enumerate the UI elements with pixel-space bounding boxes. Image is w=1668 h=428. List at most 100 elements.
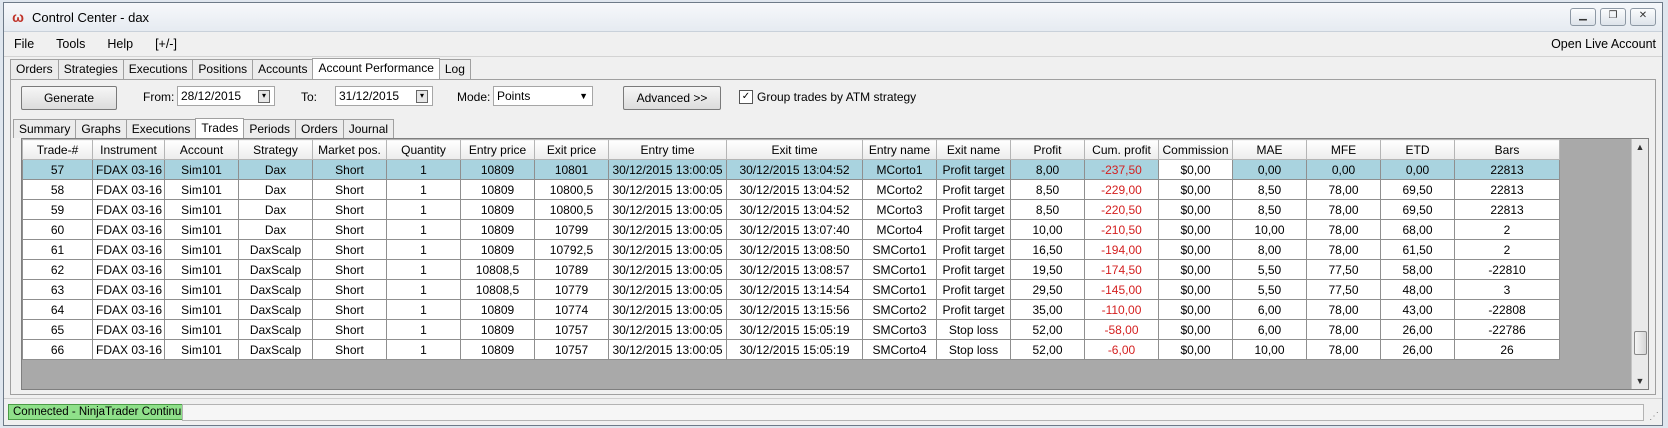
table-cell: 8,00: [1232, 239, 1307, 260]
subtab-graphs[interactable]: Graphs: [75, 119, 127, 138]
mode-label: Mode:: [457, 90, 491, 104]
column-header[interactable]: Trade-#: [22, 139, 93, 160]
group-trades-checkbox[interactable]: ✓: [739, 90, 753, 104]
column-header[interactable]: Strategy: [238, 139, 313, 160]
table-cell: 10809: [460, 199, 535, 220]
column-header[interactable]: Bars: [1454, 139, 1560, 160]
subtab-executions[interactable]: Executions: [125, 119, 197, 138]
tab-executions[interactable]: Executions: [122, 59, 194, 79]
menu-tools[interactable]: Tools: [56, 37, 85, 51]
table-cell: 78,00: [1306, 239, 1381, 260]
column-header[interactable]: Entry price: [460, 139, 535, 160]
table-cell: 8,00: [1010, 159, 1085, 180]
column-header[interactable]: Commission: [1158, 139, 1233, 160]
tab-account-performance[interactable]: Account Performance: [312, 58, 440, 80]
table-cell: 10,00: [1232, 339, 1307, 360]
table-row[interactable]: 57 FDAX 03-16 Sim101 Dax Short 1 10809 10801 30/…: [22, 159, 1560, 180]
column-header[interactable]: ETD: [1380, 139, 1455, 160]
connection-status: Connected - NinjaTrader Continuum: [8, 404, 203, 420]
scroll-up-icon[interactable]: ▲: [1632, 139, 1648, 155]
tab-log[interactable]: Log: [438, 59, 471, 79]
tab-orders[interactable]: Orders: [10, 59, 59, 79]
column-header[interactable]: Quantity: [386, 139, 461, 160]
table-cell: 30/12/2015 13:15:56: [726, 299, 863, 320]
column-header[interactable]: Exit time: [726, 139, 863, 160]
table-cell: 1: [386, 199, 461, 220]
table-cell: 52,00: [1010, 319, 1085, 340]
table-cell: Profit target: [936, 259, 1011, 280]
table-cell: 1: [386, 339, 461, 360]
subtab-journal[interactable]: Journal: [342, 119, 395, 138]
vertical-scrollbar[interactable]: ▲ ▼: [1631, 139, 1648, 389]
table-cell: -237,50: [1084, 159, 1159, 180]
column-header[interactable]: MFE: [1306, 139, 1381, 160]
subtab-trades[interactable]: Trades: [195, 118, 245, 139]
table-cell: 6,00: [1232, 319, 1307, 340]
table-cell: -145,00: [1084, 279, 1159, 300]
table-cell: -220,50: [1084, 199, 1159, 220]
menu-help[interactable]: Help: [107, 37, 133, 51]
table-cell: -110,00: [1084, 299, 1159, 320]
resize-grip-icon[interactable]: ⋰: [1649, 411, 1659, 422]
menu-expand-toggle[interactable]: [+/-]: [155, 37, 177, 51]
open-live-account-link[interactable]: Open Live Account: [1551, 37, 1656, 51]
subtab-summary[interactable]: Summary: [13, 119, 77, 138]
to-date-picker[interactable]: 31/12/2015 ▾: [335, 86, 433, 106]
ninjatrader-logo-icon: ω: [12, 9, 24, 25]
column-header[interactable]: Instrument: [92, 139, 165, 160]
window-controls: ▁ ❐ ✕: [1570, 8, 1656, 26]
calendar-icon[interactable]: ▾: [258, 90, 270, 103]
table-row[interactable]: 62 FDAX 03-16 Sim101 DaxScalp Short 1 10808,5 1…: [22, 259, 1560, 280]
generate-button[interactable]: Generate: [21, 86, 117, 110]
mode-select[interactable]: Points ▼: [493, 86, 593, 106]
table-cell: 10757: [534, 319, 609, 340]
table-row[interactable]: 59 FDAX 03-16 Sim101 Dax Short 1 10809 10800,5 3…: [22, 199, 1560, 220]
tab-positions[interactable]: Positions: [192, 59, 254, 79]
table-cell: Sim101: [164, 259, 239, 280]
table-cell: $0,00: [1158, 179, 1233, 200]
minimize-icon[interactable]: ▁: [1570, 8, 1596, 26]
table-cell: Short: [312, 239, 387, 260]
table-cell: 16,50: [1010, 239, 1085, 260]
table-cell: -174,50: [1084, 259, 1159, 280]
column-header[interactable]: Exit price: [534, 139, 609, 160]
column-header[interactable]: Exit name: [936, 139, 1011, 160]
table-cell: Sim101: [164, 279, 239, 300]
from-date-picker[interactable]: 28/12/2015 ▾: [177, 86, 275, 106]
table-row[interactable]: 58 FDAX 03-16 Sim101 Dax Short 1 10809 10800,5 3…: [22, 179, 1560, 200]
table-cell: Stop loss: [936, 319, 1011, 340]
table-cell: 30/12/2015 13:00:05: [608, 279, 727, 300]
column-header[interactable]: MAE: [1232, 139, 1307, 160]
subtab-orders[interactable]: Orders: [295, 119, 344, 138]
table-cell: 1: [386, 219, 461, 240]
column-header[interactable]: Cum. profit: [1084, 139, 1159, 160]
table-row[interactable]: 63 FDAX 03-16 Sim101 DaxScalp Short 1 10808,5 1…: [22, 279, 1560, 300]
trades-grid[interactable]: Trade-# Instrument Account Strategy Market p…: [21, 138, 1649, 390]
table-row[interactable]: 64 FDAX 03-16 Sim101 DaxScalp Short 1 10809 107…: [22, 299, 1560, 320]
table-cell: SMCorto4: [862, 339, 937, 360]
title-bar[interactable]: ω Control Center - dax ▁ ❐ ✕: [4, 3, 1662, 32]
menu-file[interactable]: File: [14, 37, 34, 51]
subtab-periods[interactable]: Periods: [243, 119, 296, 138]
tab-strategies[interactable]: Strategies: [57, 59, 124, 79]
scroll-thumb[interactable]: [1634, 331, 1647, 355]
scroll-down-icon[interactable]: ▼: [1632, 373, 1648, 389]
restore-icon[interactable]: ❐: [1600, 8, 1626, 26]
table-cell: -22786: [1454, 319, 1560, 340]
table-row[interactable]: 65 FDAX 03-16 Sim101 DaxScalp Short 1 10809 107…: [22, 319, 1560, 340]
table-row[interactable]: 61 FDAX 03-16 Sim101 DaxScalp Short 1 10809 107…: [22, 239, 1560, 260]
column-header[interactable]: Entry time: [608, 139, 727, 160]
column-header[interactable]: Profit: [1010, 139, 1085, 160]
calendar-icon[interactable]: ▾: [416, 90, 428, 103]
column-header[interactable]: Account: [164, 139, 239, 160]
advanced-button[interactable]: Advanced >>: [623, 86, 721, 110]
chevron-down-icon: ▼: [579, 91, 588, 101]
table-cell: SMCorto1: [862, 279, 937, 300]
column-header[interactable]: Market pos.: [312, 139, 387, 160]
column-header[interactable]: Entry name: [862, 139, 937, 160]
tab-accounts[interactable]: Accounts: [252, 59, 314, 79]
close-icon[interactable]: ✕: [1630, 8, 1656, 26]
table-row[interactable]: 66 FDAX 03-16 Sim101 DaxScalp Short 1 10809 107…: [22, 339, 1560, 360]
table-row[interactable]: 60 FDAX 03-16 Sim101 Dax Short 1 10809 10799 30/…: [22, 219, 1560, 240]
table-cell: 48,00: [1380, 279, 1455, 300]
